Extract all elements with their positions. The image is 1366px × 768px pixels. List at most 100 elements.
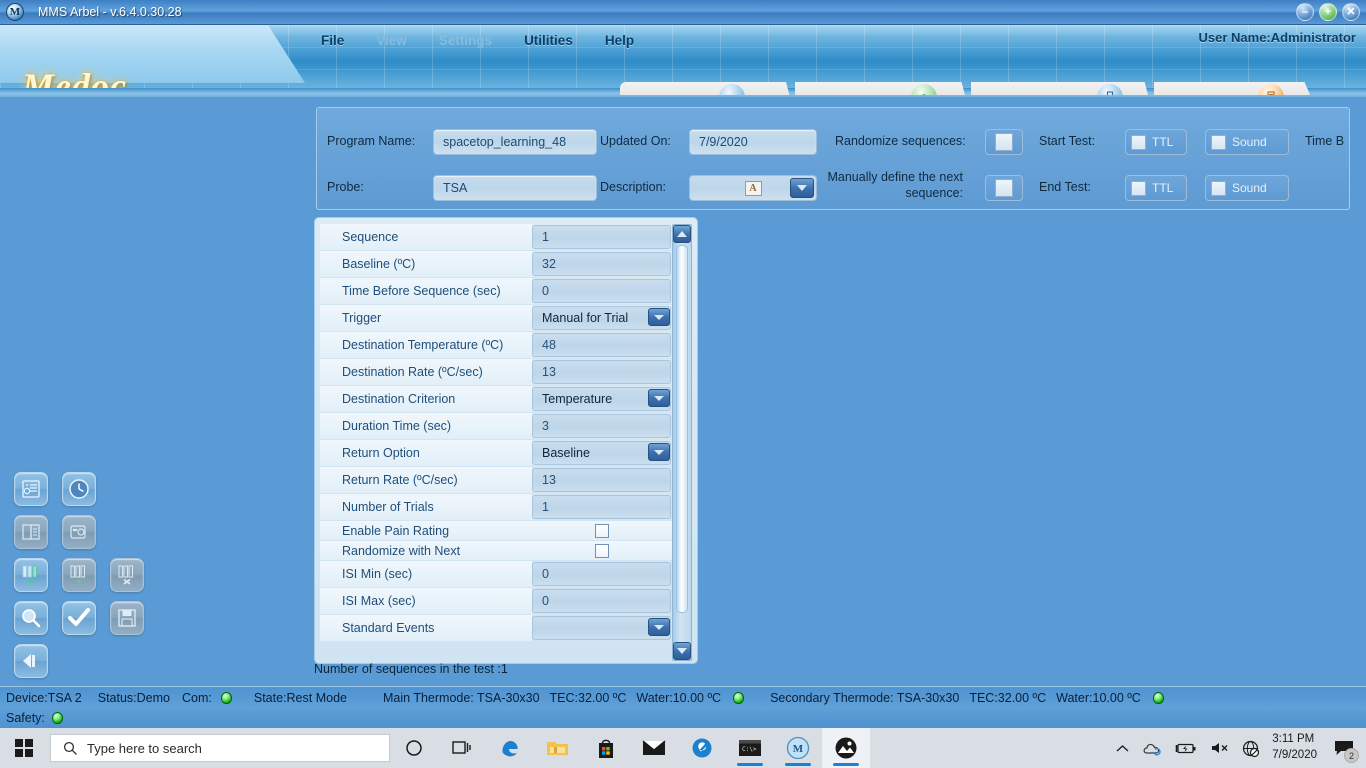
chevron-down-icon[interactable] — [648, 308, 670, 326]
scroll-up-arrow-icon[interactable] — [673, 225, 691, 243]
program-info-icon[interactable] — [14, 472, 48, 506]
row-input[interactable]: 32 — [532, 252, 671, 276]
chevron-down-icon[interactable] — [648, 618, 670, 636]
edge-icon[interactable] — [486, 728, 534, 768]
table-row: Destination Temperature (ºC) 48 — [320, 332, 672, 359]
row-value-cell — [532, 615, 672, 642]
tools-icon[interactable] — [678, 728, 726, 768]
tool-rail-row-1 — [14, 472, 144, 506]
brand-band: Medoc File View Settings Utilities Help … — [0, 25, 1366, 95]
delete-sequence-icon — [110, 558, 144, 592]
tab-programs[interactable]: PROGRAMS — [970, 82, 1143, 95]
row-input[interactable]: 0 — [532, 589, 671, 613]
chevron-down-icon[interactable] — [648, 389, 670, 407]
updated-on-value: 7/9/2020 — [689, 129, 817, 155]
row-label: Time Before Sequence (sec) — [320, 278, 532, 305]
row-input[interactable]: 0 — [532, 279, 671, 303]
end-ttl-checkbox[interactable] — [1131, 180, 1146, 196]
row-label: Randomize with Next — [320, 541, 532, 561]
start-test-ttl-toggle[interactable]: TTL — [1125, 129, 1187, 155]
table-row: Sequence 1 — [320, 224, 672, 251]
file-explorer-icon[interactable] — [534, 728, 582, 768]
chevron-up-icon[interactable] — [1116, 744, 1129, 753]
end-test-ttl-toggle[interactable]: TTL — [1125, 175, 1187, 201]
manual-next-sequence-checkbox[interactable] — [985, 175, 1023, 201]
program-name-label: Program Name: — [327, 134, 416, 148]
randomize-sequences-checkbox[interactable] — [985, 129, 1023, 155]
row-checkbox[interactable] — [595, 523, 609, 538]
microsoft-store-icon[interactable] — [582, 728, 630, 768]
probe-input[interactable]: TSA — [433, 175, 597, 201]
probe-label: Probe: — [327, 180, 364, 194]
scroll-down-arrow-icon[interactable] — [673, 642, 691, 660]
search-input[interactable]: Type here to search — [50, 734, 390, 762]
maximize-button[interactable]: + — [1319, 3, 1337, 21]
end-sound-checkbox[interactable] — [1211, 180, 1226, 196]
row-checkbox[interactable] — [595, 543, 609, 558]
row-input[interactable]: 13 — [532, 360, 671, 384]
row-value-cell: 1 — [532, 224, 672, 251]
search-icon — [63, 741, 77, 755]
window-controls: – + ✕ — [1296, 3, 1360, 21]
windows-logo-icon — [15, 739, 33, 757]
onedrive-icon[interactable] — [1142, 741, 1162, 756]
start-ttl-checkbox[interactable] — [1131, 134, 1146, 150]
row-input[interactable]: 1 — [532, 225, 671, 249]
title-bar: M MMS Arbel - v.6.4.0.30.28 – + ✕ — [0, 0, 1366, 25]
end-test-sound-toggle[interactable]: Sound — [1205, 175, 1289, 201]
program-name-input[interactable]: spacetop_learning_48 — [433, 129, 597, 155]
tab-patients[interactable]: PATIENTS — [795, 82, 960, 95]
notification-icon[interactable]: 2 — [1330, 728, 1359, 768]
approve-icon[interactable] — [62, 601, 96, 635]
tab-results[interactable]: RESULTS — [1154, 82, 1299, 95]
row-label: Return Option — [320, 440, 532, 467]
network-disconnected-icon[interactable] — [1242, 740, 1260, 757]
start-sound-checkbox[interactable] — [1211, 134, 1226, 150]
back-icon[interactable] — [14, 644, 48, 678]
task-view-icon[interactable] — [438, 728, 486, 768]
description-combo[interactable]: A — [689, 175, 817, 201]
sequence-vertical-scrollbar[interactable] — [672, 224, 692, 661]
tab-test[interactable]: TEST — [620, 82, 784, 95]
medoc-app-icon: M — [6, 3, 24, 21]
add-sequence-icon[interactable] — [14, 558, 48, 592]
minimize-button[interactable]: – — [1296, 3, 1314, 21]
menu-help[interactable]: Help — [602, 32, 637, 49]
chevron-down-icon[interactable] — [648, 443, 670, 461]
table-row: Enable Pain Rating — [320, 521, 672, 541]
close-button[interactable]: ✕ — [1342, 3, 1360, 21]
window-title: MMS Arbel - v.6.4.0.30.28 — [38, 5, 182, 19]
battery-charging-icon[interactable] — [1175, 742, 1197, 755]
start-test-sound-toggle[interactable]: Sound — [1205, 129, 1289, 155]
table-row: ISI Max (sec) 0 — [320, 588, 672, 615]
scrollbar-thumb[interactable] — [676, 245, 688, 613]
menu-utilities[interactable]: Utilities — [521, 32, 576, 49]
row-input[interactable]: 48 — [532, 333, 671, 357]
menu-file[interactable]: File — [318, 32, 347, 49]
manual-next-label-line2: sequence: — [905, 186, 963, 200]
cortana-icon[interactable] — [390, 728, 438, 768]
row-checkbox-cell — [532, 541, 672, 561]
row-input[interactable]: 1 — [532, 495, 671, 519]
row-input[interactable]: 0 — [532, 562, 671, 586]
tab-separator-1 — [770, 82, 796, 95]
tool-rail-row-5 — [14, 644, 144, 678]
medoc-app-icon[interactable]: M — [774, 728, 822, 768]
clock-icon[interactable] — [62, 472, 96, 506]
start-button[interactable] — [0, 728, 48, 768]
mail-icon[interactable] — [630, 728, 678, 768]
row-input[interactable]: 13 — [532, 468, 671, 492]
preview-icon[interactable] — [14, 601, 48, 635]
volume-muted-icon[interactable] — [1210, 741, 1229, 755]
row-input[interactable]: 3 — [532, 414, 671, 438]
status-com-label: Com: — [182, 691, 212, 705]
photos-icon[interactable] — [822, 728, 870, 768]
command-prompt-icon[interactable]: C:\> — [726, 728, 774, 768]
sequence-count-label: Number of sequences in the test :1 — [314, 662, 508, 676]
tool-rail-row-3 — [14, 558, 144, 592]
workspace: Program Name: spacetop_learning_48 Updat… — [0, 97, 1366, 686]
taskbar-clock[interactable]: 3:11 PM 7/9/2020 — [1272, 732, 1317, 763]
status-secondary-thermode: Secondary Thermode: TSA-30x30 — [770, 691, 960, 705]
row-value-cell: 0 — [532, 278, 672, 305]
secondary-thermode-led — [1152, 692, 1164, 704]
